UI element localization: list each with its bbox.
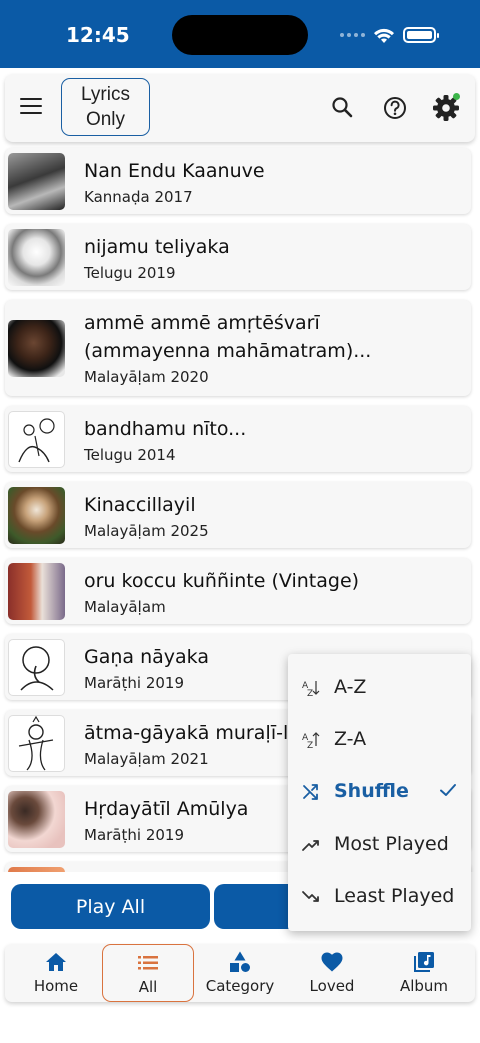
song-thumbnail — [8, 411, 65, 468]
help-icon[interactable] — [381, 94, 409, 122]
sort-option-z-a[interactable]: A Z Z-A — [288, 714, 471, 766]
song-thumbnail — [8, 229, 65, 286]
search-icon[interactable] — [329, 94, 357, 122]
settings-button[interactable] — [432, 93, 460, 122]
song-subtitle: Malayāḷam 2025 — [84, 522, 209, 540]
play-all-button[interactable]: Play All — [11, 884, 210, 929]
nav-label: Home — [33, 977, 79, 995]
nav-label: All — [138, 978, 158, 996]
lyrics-only-label-line1: Lyrics — [81, 84, 130, 105]
sort-option-shuffle[interactable]: Shuffle — [288, 766, 471, 818]
sort-option-label: Shuffle — [334, 780, 409, 802]
sort-za-icon: A Z — [302, 732, 320, 750]
song-subtitle: Marāṭhi 2019 — [84, 826, 184, 844]
song-row[interactable]: nijamu teliyaka Telugu 2019 — [5, 224, 471, 290]
song-subtitle: Malayāḷam — [84, 598, 166, 616]
sort-option-least-played[interactable]: Least Played — [288, 871, 471, 923]
nav-home[interactable]: Home — [10, 944, 102, 1002]
song-subtitle: Telugu 2019 — [84, 264, 176, 282]
song-thumbnail — [8, 563, 65, 620]
status-icons — [340, 24, 439, 46]
bottom-nav: Home All Category Loved Album — [5, 944, 475, 1002]
notification-dot — [453, 93, 460, 100]
song-row[interactable]: ammē ammē amṛtēśvarī (ammayenna mahāmatr… — [5, 300, 471, 396]
song-thumbnail — [8, 639, 65, 696]
nav-label: Album — [399, 977, 449, 995]
song-row[interactable]: Kinaccillayil Malayāḷam 2025 — [5, 482, 471, 548]
trending-down-icon — [302, 891, 319, 902]
heart-icon — [321, 952, 343, 972]
sort-az-icon: A Z — [302, 681, 320, 698]
sort-option-most-played[interactable]: Most Played — [288, 819, 471, 871]
song-row[interactable]: bandhamu nīto... Telugu 2014 — [5, 406, 471, 472]
song-title: oru koccu kuññinte (Vintage) — [84, 570, 360, 592]
sort-menu: A Z A-Z A Z Z-A Shuffle Most Played Leas… — [288, 654, 471, 931]
top-toolbar: Lyrics Only — [5, 74, 475, 142]
home-icon — [46, 953, 66, 971]
nav-category[interactable]: Category — [194, 944, 286, 1002]
lyrics-only-button[interactable]: Lyrics Only — [61, 78, 150, 136]
song-thumbnail — [8, 153, 65, 210]
song-title: ammē ammē amṛtēśvarī (ammayenna mahāmatr… — [84, 312, 372, 362]
trending-up-icon — [302, 840, 319, 851]
song-subtitle: Malayāḷam 2020 — [84, 368, 209, 386]
nav-label: Loved — [309, 977, 355, 995]
status-bar: 12:45 — [0, 0, 480, 68]
song-title: Nan Endu Kaanuve — [84, 160, 265, 182]
krishna-sketch-icon — [18, 716, 54, 771]
lyrics-only-label-line2: Only — [85, 109, 126, 130]
song-subtitle: Kannaḍa 2017 — [84, 188, 193, 206]
ganesha-sketch-icon — [20, 646, 54, 691]
svg-text:Z: Z — [307, 689, 313, 698]
sort-option-label: Most Played — [334, 833, 449, 855]
category-icon — [230, 951, 250, 972]
song-thumbnail — [8, 320, 65, 377]
checkmark-icon — [440, 784, 456, 796]
song-title: nijamu teliyaka — [84, 236, 230, 258]
list-icon — [138, 956, 158, 970]
sort-option-label: A-Z — [334, 676, 367, 698]
album-icon — [414, 952, 434, 972]
song-title: bandhamu nīto... — [84, 418, 247, 440]
nav-label: Category — [205, 977, 275, 995]
song-subtitle: Marāṭhi 2019 — [84, 674, 184, 692]
song-thumbnail — [8, 487, 65, 544]
song-subtitle: Malayāḷam 2021 — [84, 750, 209, 768]
battery-icon — [403, 27, 439, 43]
song-thumbnail — [8, 791, 65, 848]
sketch-icon — [18, 418, 55, 463]
nav-all[interactable]: All — [102, 944, 194, 1002]
song-thumbnail — [8, 867, 65, 872]
shuffle-icon — [303, 784, 318, 800]
song-title: Kinaccillayil — [84, 494, 196, 516]
sort-option-label: Z-A — [334, 728, 367, 750]
nav-loved[interactable]: Loved — [286, 944, 378, 1002]
nav-album[interactable]: Album — [378, 944, 470, 1002]
dynamic-island — [172, 15, 308, 55]
status-time: 12:45 — [66, 23, 130, 47]
song-subtitle: Telugu 2014 — [84, 446, 176, 464]
song-row[interactable]: Nan Endu Kaanuve Kannaḍa 2017 — [5, 148, 471, 214]
song-thumbnail — [8, 715, 65, 772]
svg-text:Z: Z — [307, 741, 313, 750]
menu-icon[interactable] — [20, 96, 42, 116]
sort-option-a-z[interactable]: A Z A-Z — [288, 662, 471, 714]
signal-icon — [340, 33, 365, 37]
song-row[interactable]: oru koccu kuññinte (Vintage) Malayāḷam — [5, 558, 471, 624]
wifi-icon — [374, 28, 394, 43]
sort-option-label: Least Played — [334, 885, 455, 907]
